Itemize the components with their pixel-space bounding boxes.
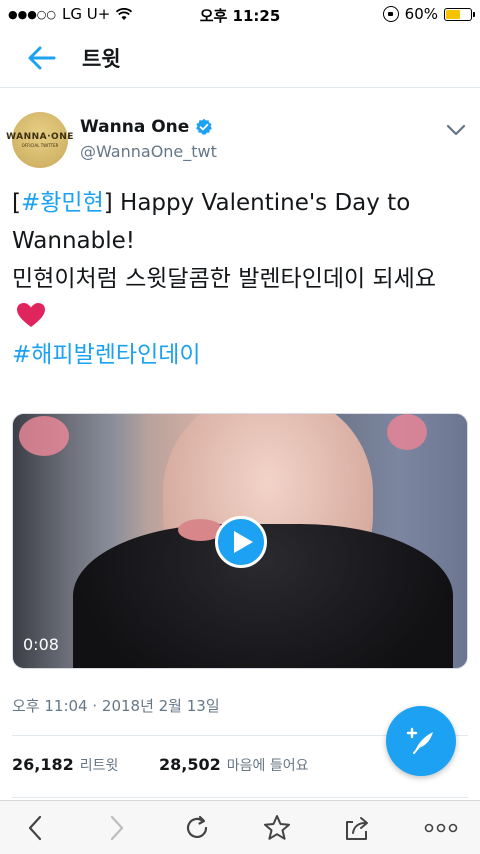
red-heart-icon — [17, 303, 45, 327]
back-button[interactable] — [24, 42, 60, 74]
tweet-options-button[interactable] — [444, 120, 468, 140]
avatar-logo: WANNA·ONE — [6, 132, 74, 142]
author-name-row[interactable]: Wanna One — [80, 117, 213, 137]
play-icon — [234, 531, 253, 553]
reload-icon — [186, 815, 208, 839]
likes-count: 28,502 — [159, 755, 221, 774]
video-duration: 0:08 — [23, 635, 59, 654]
video-thumbnail-heart-left — [19, 416, 69, 456]
hashtag-link-1[interactable]: #황민현 — [21, 190, 104, 216]
divider — [12, 797, 468, 798]
browser-toolbar — [0, 800, 480, 854]
tweet-header: WANNA·ONE OFFICIAL TWITTER Wanna One @Wa… — [6, 112, 468, 172]
status-bar: ●●●○○ LG U+ 오후 11:25 60% — [0, 0, 480, 28]
rotation-lock-icon — [382, 6, 399, 22]
author-name: Wanna One — [80, 117, 190, 137]
header-bar: 트윗 — [0, 28, 480, 88]
avatar-subtext: OFFICIAL TWITTER — [21, 143, 59, 148]
verified-badge-icon — [196, 118, 213, 135]
avatar[interactable]: WANNA·ONE OFFICIAL TWITTER — [6, 112, 73, 168]
likes-label: 마음에 들어요 — [226, 758, 309, 774]
video-player[interactable]: 0:08 — [12, 413, 468, 669]
share-button[interactable] — [342, 813, 372, 843]
page-title: 트윗 — [82, 47, 121, 71]
compose-tweet-button[interactable] — [386, 706, 456, 776]
more-icon — [424, 823, 458, 833]
more-button[interactable] — [424, 813, 458, 843]
battery-percent: 60% — [404, 5, 438, 23]
hashtag-link-2[interactable]: #해피발렌타인데이 — [12, 342, 201, 368]
author-handle[interactable]: @WannaOne_twt — [80, 142, 217, 161]
retweets-count: 26,182 — [12, 755, 74, 774]
retweets-stat[interactable]: 26,182 리트윗 — [12, 755, 118, 775]
browser-back-button[interactable] — [20, 813, 50, 843]
compose-feather-icon — [406, 727, 433, 754]
browser-forward-button[interactable] — [102, 813, 132, 843]
reload-button[interactable] — [182, 813, 212, 843]
bookmark-button[interactable] — [262, 813, 292, 843]
back-icon — [28, 815, 42, 841]
battery-level — [446, 9, 461, 19]
back-arrow-icon — [28, 46, 56, 70]
tweet-text-line-2: 민현이처럼 스윗달콤한 발렌타인데이 되세요 — [12, 266, 436, 292]
status-right: 60% — [382, 5, 475, 23]
play-button[interactable] — [215, 516, 267, 568]
bracket-open: [ — [12, 190, 21, 216]
retweets-label: 리트윗 — [79, 758, 119, 774]
chevron-down-icon — [446, 124, 466, 136]
battery-icon — [444, 7, 475, 21]
tweet-text: [#황민현] Happy Valentine's Day to Wannable… — [12, 184, 468, 374]
forward-icon — [110, 815, 124, 841]
bookmark-star-icon — [264, 815, 290, 840]
video-thumbnail-heart-right — [387, 414, 427, 450]
likes-stat[interactable]: 28,502 마음에 들어요 — [159, 755, 308, 775]
tweet-timestamp: 오후 11:04 · 2018년 2월 13일 — [12, 697, 220, 715]
share-icon — [346, 817, 368, 840]
